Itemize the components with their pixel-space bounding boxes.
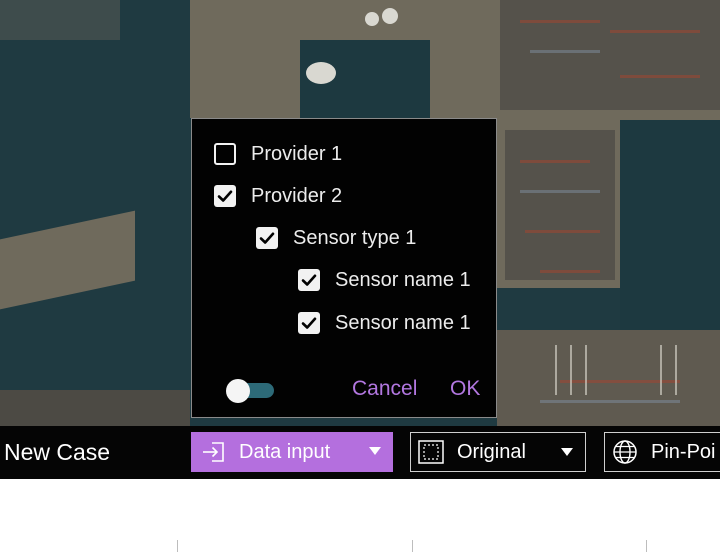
checkbox-checked-icon[interactable] [256, 227, 278, 249]
toggle-switch[interactable] [226, 379, 274, 403]
data-input-label: Data input [239, 440, 331, 463]
frame-icon [417, 439, 445, 465]
timeline-tick [646, 540, 647, 552]
import-icon [201, 440, 227, 464]
ok-button[interactable]: OK [450, 377, 480, 401]
pin-point-label: Pin-Poi [651, 440, 716, 463]
timeline-tick [177, 540, 178, 552]
data-source-filter-dialog: Provider 1 Provider 2 Sensor type 1 Sens… [191, 118, 497, 418]
toggle-knob [226, 379, 250, 403]
checkbox-checked-icon[interactable] [298, 312, 320, 334]
timeline-panel [0, 479, 720, 552]
checkbox-checked-icon[interactable] [298, 269, 320, 291]
chevron-down-icon [369, 447, 381, 455]
globe-icon [611, 438, 639, 466]
option-label: Sensor name 1 [335, 311, 471, 334]
option-sensor-type-1[interactable]: Sensor type 1 [256, 225, 416, 251]
option-provider-2[interactable]: Provider 2 [214, 183, 342, 209]
chevron-down-icon [561, 448, 573, 456]
checkbox-unchecked-icon[interactable] [214, 143, 236, 165]
pin-point-button[interactable]: Pin-Poi [604, 432, 720, 472]
option-sensor-name-1[interactable]: Sensor name 1 [298, 267, 471, 293]
cancel-button[interactable]: Cancel [352, 377, 417, 401]
checkbox-checked-icon[interactable] [214, 185, 236, 207]
option-sensor-name-1-second[interactable]: Sensor name 1 [298, 310, 471, 336]
data-input-dropdown[interactable]: Data input [191, 432, 393, 472]
case-title: New Case [4, 439, 111, 465]
original-label: Original [457, 440, 526, 463]
option-provider-1[interactable]: Provider 1 [214, 141, 342, 167]
option-label: Provider 1 [251, 142, 343, 165]
toolbar: New Case Data input Original Pin-Poi [0, 426, 720, 479]
option-label: Provider 2 [251, 184, 343, 207]
original-dropdown[interactable]: Original [410, 432, 586, 472]
option-label: Sensor name 1 [335, 268, 471, 291]
option-label: Sensor type 1 [293, 226, 417, 249]
timeline-tick [412, 540, 413, 552]
